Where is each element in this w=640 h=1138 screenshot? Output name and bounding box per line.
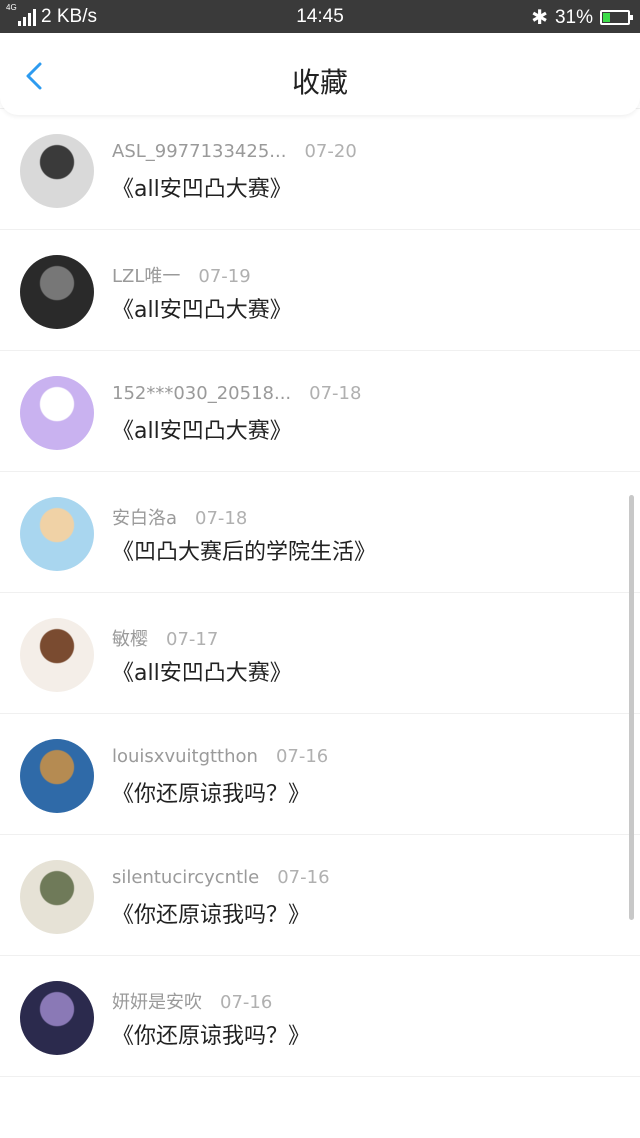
date: 07-16 xyxy=(275,746,329,767)
username[interactable]: silentucircycntle xyxy=(112,867,259,888)
story-title[interactable]: 《all安凹凸大赛》 xyxy=(112,171,292,203)
story-title[interactable]: 《all安凹凸大赛》 xyxy=(112,292,292,324)
battery-percent: 31% xyxy=(554,6,593,28)
username[interactable]: 152***030_20518... xyxy=(112,383,291,404)
nav-bar: 收藏 xyxy=(0,33,640,115)
username[interactable]: LZL唯一 xyxy=(112,266,180,287)
date: 07-19 xyxy=(198,266,251,287)
page-title: 收藏 xyxy=(291,66,348,99)
story-title[interactable]: 《凹凸大赛后的学院生活》 xyxy=(112,534,376,566)
list-item[interactable]: LZL唯一 07-19 《all安凹凸大赛》 xyxy=(0,230,640,351)
item-meta: 152***030_20518... 07-18 xyxy=(112,383,361,404)
story-title[interactable]: 《你还原谅我吗？》 xyxy=(112,1018,310,1050)
story-title[interactable]: 《你还原谅我吗？》 xyxy=(112,897,310,929)
story-title[interactable]: 《all安凹凸大赛》 xyxy=(112,413,292,445)
device-status: ✱ 31% xyxy=(531,5,633,30)
avatar[interactable] xyxy=(20,860,94,934)
avatar[interactable] xyxy=(20,739,94,813)
favorites-list[interactable]: 安安我要打包07-20《all安凹凸大赛》ASL_9977133425...07… xyxy=(0,33,640,1138)
bluetooth-icon: ✱ xyxy=(531,7,548,29)
item-meta: louisxvuitgtthon 07-16 xyxy=(112,746,328,767)
list-item[interactable]: 敏樱 07-17 《all安凹凸大赛》 xyxy=(0,593,640,714)
list-item[interactable]: silentucircycntle 07-16 《你还原谅我吗？》 xyxy=(0,835,640,956)
list-item[interactable]: 安白洛a 07-18 《凹凸大赛后的学院生活》 xyxy=(0,472,640,593)
date: 07-18 xyxy=(195,508,248,529)
date: 07-17 xyxy=(166,629,219,650)
story-title[interactable]: 《all安凹凸大赛》 xyxy=(112,655,292,687)
avatar[interactable] xyxy=(20,134,94,208)
avatar[interactable] xyxy=(20,497,94,571)
date: 07-18 xyxy=(309,383,362,404)
avatar[interactable] xyxy=(20,618,94,692)
item-meta: 敏樱 07-17 xyxy=(112,625,218,651)
item-meta: LZL唯一 07-19 xyxy=(112,262,251,288)
avatar[interactable] xyxy=(20,255,94,329)
list-item[interactable]: ASL_9977133425... 07-20 《all安凹凸大赛》 xyxy=(0,109,640,230)
avatar[interactable] xyxy=(20,376,94,450)
battery-icon xyxy=(600,10,633,25)
username[interactable]: louisxvuitgtthon xyxy=(112,746,258,767)
battery-level xyxy=(603,13,611,22)
story-title[interactable]: 《你还原谅我吗？》 xyxy=(112,776,310,808)
scrollbar[interactable] xyxy=(629,495,634,920)
date: 07-20 xyxy=(304,141,357,162)
list-item[interactable]: 妍妍是安吹 07-16 《你还原谅我吗？》 xyxy=(0,956,640,1077)
item-meta: ASL_9977133425... 07-20 xyxy=(112,141,357,162)
username[interactable]: ASL_9977133425... xyxy=(112,141,286,162)
status-bar: 4G 2 KB/s 14:45 ✱ 31% xyxy=(0,0,640,33)
date: 07-16 xyxy=(220,992,273,1013)
username[interactable]: 妍妍是安吹 xyxy=(112,992,202,1013)
item-meta: silentucircycntle 07-16 xyxy=(112,867,330,888)
item-meta: 安白洛a 07-18 xyxy=(112,504,247,530)
favorites-list-content: 安安我要打包07-20《all安凹凸大赛》ASL_9977133425...07… xyxy=(0,33,640,1077)
username[interactable]: 安白洛a xyxy=(112,508,177,529)
list-item[interactable]: louisxvuitgtthon 07-16 《你还原谅我吗？》 xyxy=(0,714,640,835)
username[interactable]: 敏樱 xyxy=(112,629,148,650)
item-meta: 妍妍是安吹 07-16 xyxy=(112,988,272,1014)
list-item[interactable]: 152***030_20518... 07-18 《all安凹凸大赛》 xyxy=(0,351,640,472)
date: 07-16 xyxy=(277,867,330,888)
avatar[interactable] xyxy=(20,981,94,1055)
